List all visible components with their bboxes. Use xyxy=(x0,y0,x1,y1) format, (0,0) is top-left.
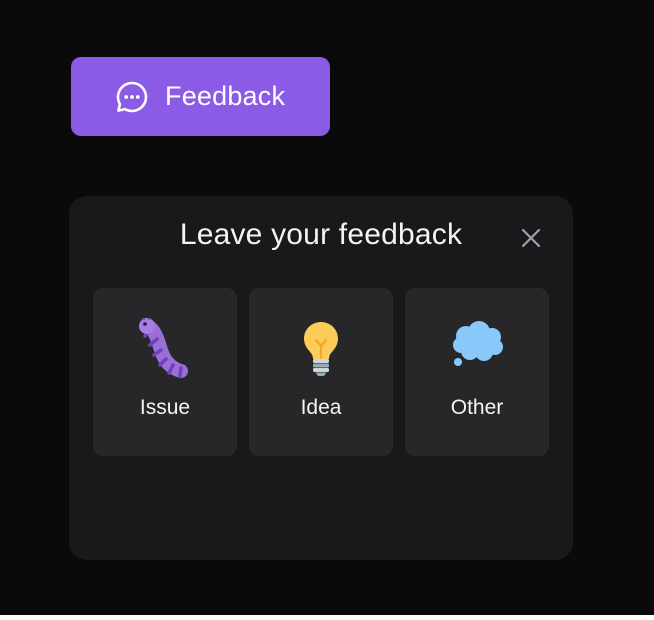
feedback-panel: Leave your feedback Issue Idea Other xyxy=(69,196,573,560)
option-label: Issue xyxy=(139,396,191,419)
app-background: Feedback Leave your feedback Issue Idea … xyxy=(0,0,654,615)
close-button[interactable] xyxy=(519,226,543,250)
feedback-options: Issue Idea Other xyxy=(93,288,549,456)
option-issue[interactable]: Issue xyxy=(93,288,237,456)
chat-bubble-icon xyxy=(115,80,149,114)
feedback-button[interactable]: Feedback xyxy=(71,57,330,136)
option-idea[interactable]: Idea xyxy=(249,288,393,456)
caterpillar-icon xyxy=(137,314,193,378)
thought-balloon-icon xyxy=(449,318,505,378)
feedback-button-label: Feedback xyxy=(165,81,286,111)
option-label: Other xyxy=(450,396,504,419)
close-icon xyxy=(521,228,541,248)
lightbulb-icon xyxy=(293,318,349,378)
option-label: Idea xyxy=(300,396,342,419)
option-other[interactable]: Other xyxy=(405,288,549,456)
panel-title: Leave your feedback xyxy=(179,218,463,251)
